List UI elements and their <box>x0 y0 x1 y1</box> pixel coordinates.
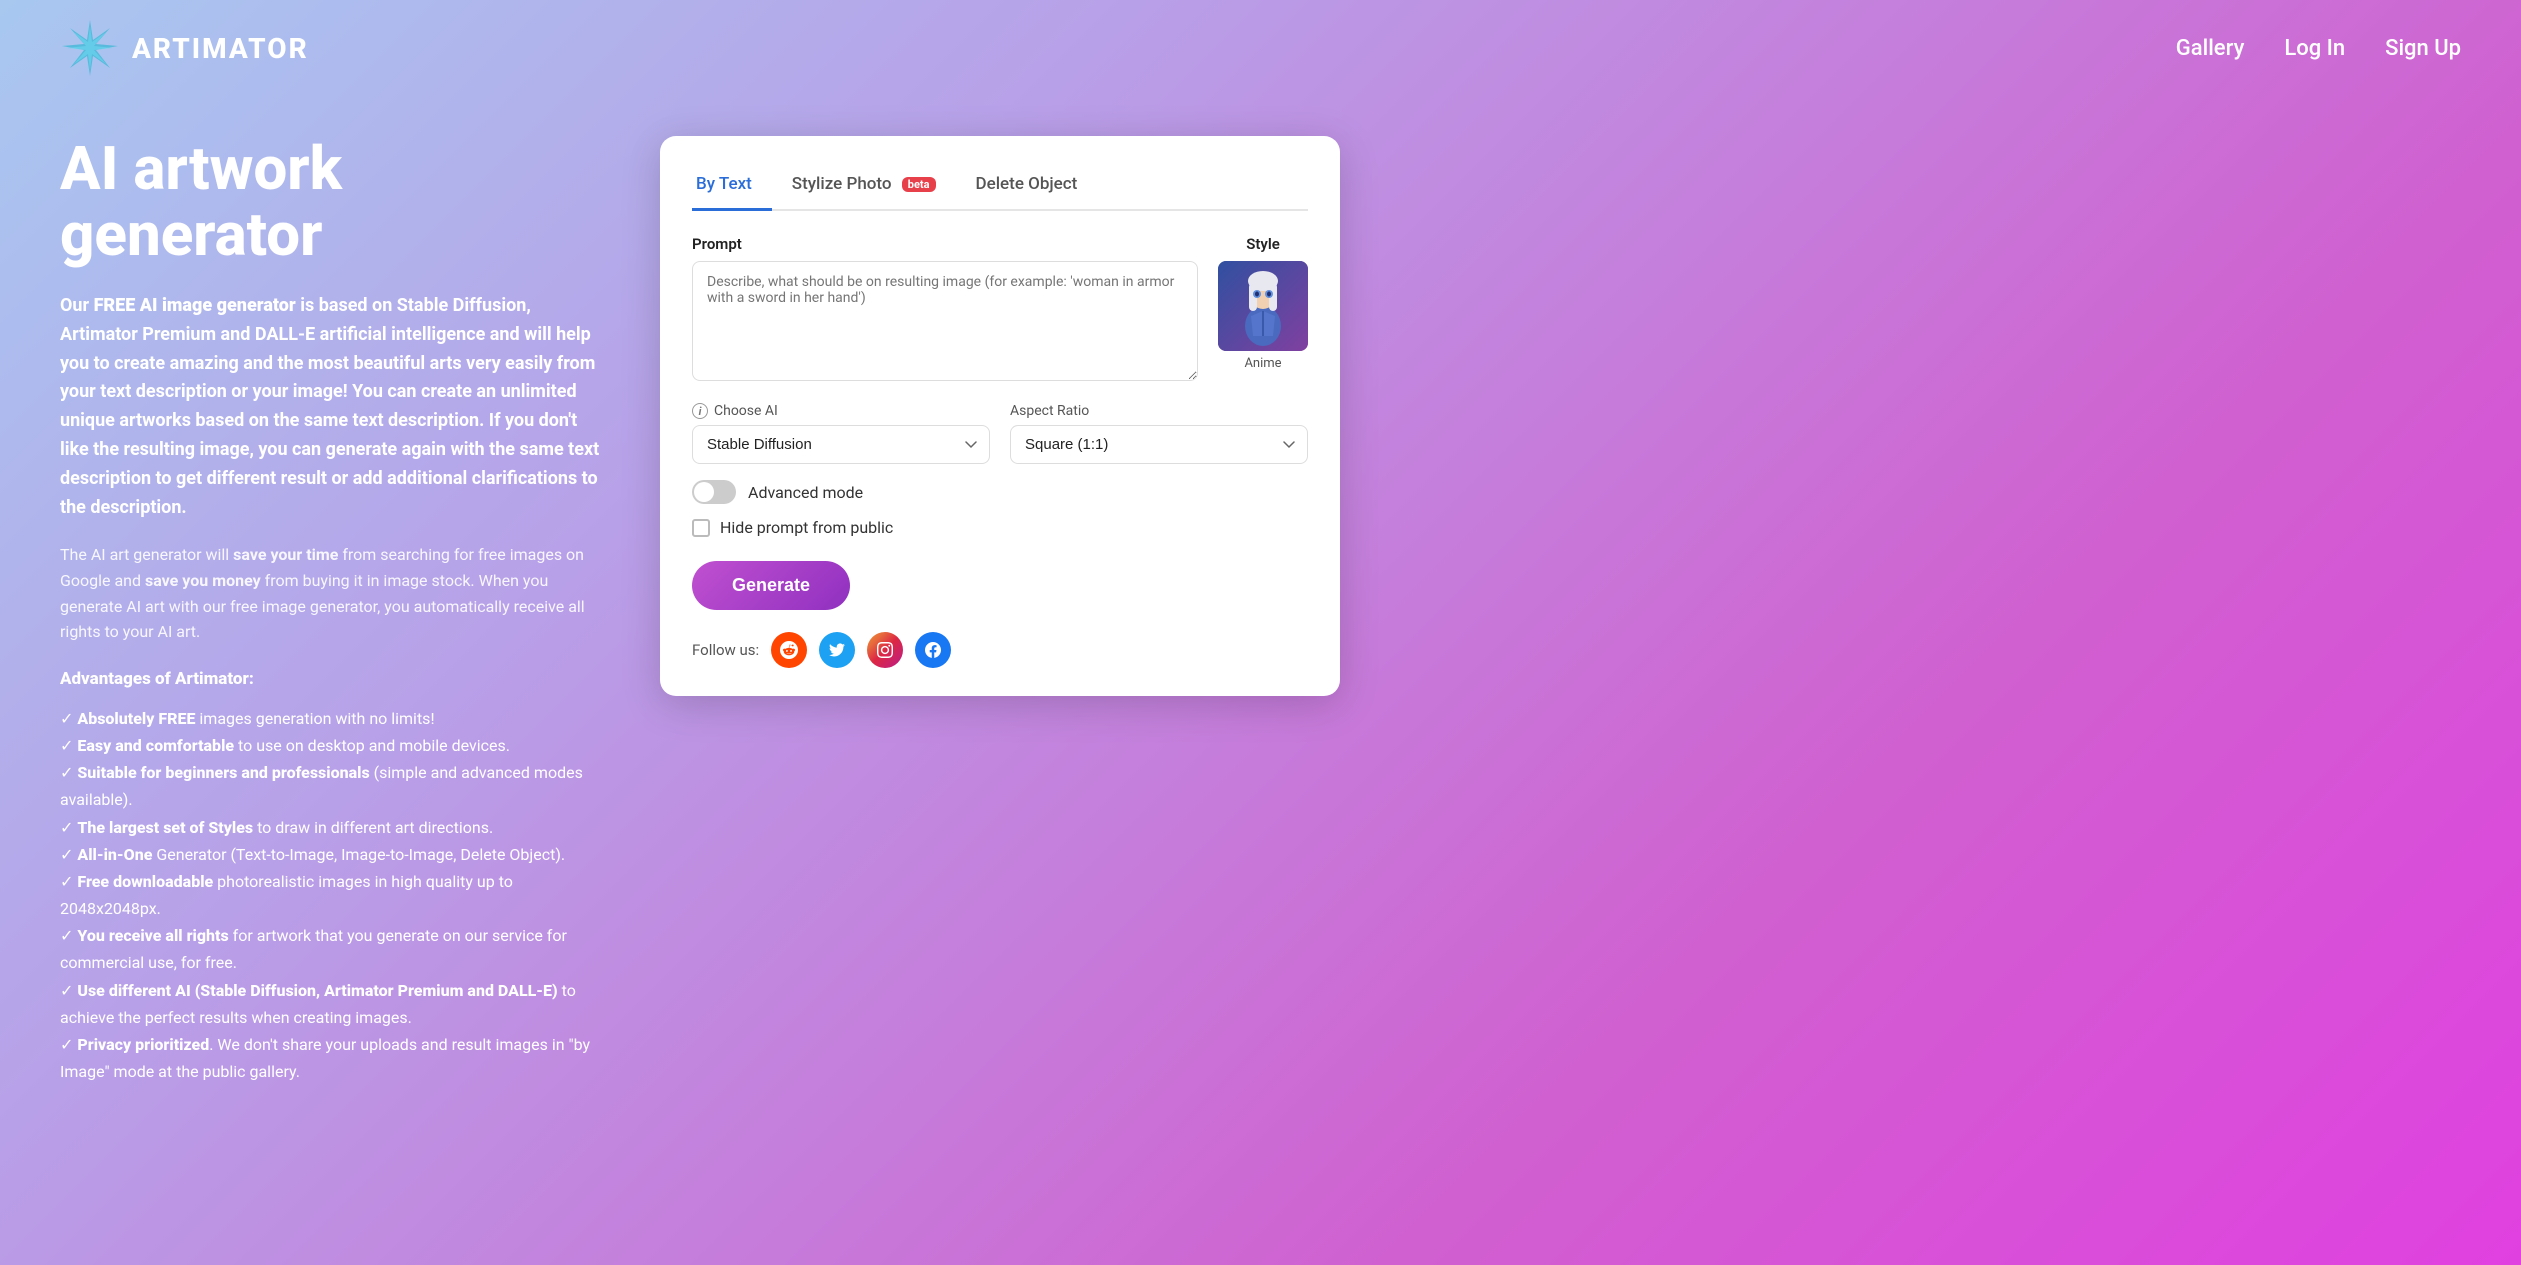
main-content: AI artwork generator Our FREE AI image g… <box>0 96 1400 1145</box>
aspect-ratio-select[interactable]: Square (1:1) Portrait (3:4) Landscape (4… <box>1010 425 1308 464</box>
left-panel: AI artwork generator Our FREE AI image g… <box>60 136 600 1085</box>
advantage-7: ✓ You receive all rights for artwork tha… <box>60 922 600 976</box>
info-icon: i <box>692 403 708 419</box>
style-section: Style <box>1218 235 1308 371</box>
prompt-style-row: Prompt Style <box>692 235 1308 385</box>
advantage-2: ✓ Easy and comfortable to use on desktop… <box>60 732 600 759</box>
instagram-icon[interactable] <box>867 632 903 668</box>
advantage-6: ✓ Free downloadable photorealistic image… <box>60 868 600 922</box>
tab-stylize-photo[interactable]: Stylize Photo beta <box>788 164 956 211</box>
advantages-list: ✓ Absolutely FREE images generation with… <box>60 705 600 1086</box>
style-thumbnail[interactable] <box>1218 261 1308 351</box>
advanced-mode-row: Advanced mode <box>692 480 1308 504</box>
prompt-section: Prompt <box>692 235 1198 385</box>
choose-ai-select[interactable]: Stable Diffusion Artimator Premium DALL-… <box>692 425 990 464</box>
twitter-icon[interactable] <box>819 632 855 668</box>
reddit-icon[interactable] <box>771 632 807 668</box>
prompt-input[interactable] <box>692 261 1198 381</box>
hero-title: AI artwork generator <box>60 136 600 268</box>
advanced-mode-toggle[interactable] <box>692 480 736 504</box>
tabs: By Text Stylize Photo beta Delete Object <box>692 164 1308 211</box>
header: ARTIMATOR Gallery Log In Sign Up <box>0 0 2521 96</box>
follow-us-label: Follow us: <box>692 641 759 659</box>
advantage-1: ✓ Absolutely FREE images generation with… <box>60 705 600 732</box>
aspect-ratio-label: Aspect Ratio <box>1010 403 1308 419</box>
hero-description: Our FREE AI image generator is based on … <box>60 292 600 522</box>
prompt-label: Prompt <box>692 235 1198 253</box>
select-row: i Choose AI Stable Diffusion Artimator P… <box>692 403 1308 464</box>
social-row: Follow us: <box>692 632 1308 668</box>
hide-prompt-label: Hide prompt from public <box>720 518 893 537</box>
nav: Gallery Log In Sign Up <box>2176 36 2461 61</box>
toggle-knob <box>694 482 714 502</box>
choose-ai-group: i Choose AI Stable Diffusion Artimator P… <box>692 403 990 464</box>
tab-delete-object[interactable]: Delete Object <box>972 164 1098 211</box>
style-label: Style <box>1218 235 1308 253</box>
advantage-9: ✓ Privacy prioritized. We don't share yo… <box>60 1031 600 1085</box>
advantage-5: ✓ All-in-One Generator (Text-to-Image, I… <box>60 841 600 868</box>
gallery-link[interactable]: Gallery <box>2176 36 2245 61</box>
generator-card: By Text Stylize Photo beta Delete Object… <box>660 136 1340 696</box>
hide-prompt-row: Hide prompt from public <box>692 518 1308 537</box>
advantage-3: ✓ Suitable for beginners and professiona… <box>60 759 600 813</box>
style-name: Anime <box>1218 356 1308 371</box>
logo-text: ARTIMATOR <box>132 32 309 65</box>
advantage-8: ✓ Use different AI (Stable Diffusion, Ar… <box>60 977 600 1031</box>
beta-badge: beta <box>902 177 936 192</box>
generate-button[interactable]: Generate <box>692 561 850 610</box>
signup-link[interactable]: Sign Up <box>2385 36 2461 61</box>
logo-icon <box>60 18 120 78</box>
facebook-icon[interactable] <box>915 632 951 668</box>
right-panel: By Text Stylize Photo beta Delete Object… <box>660 136 1340 696</box>
advantages-title: Advantages of Artimator: <box>60 669 600 689</box>
tab-by-text[interactable]: By Text <box>692 164 772 211</box>
advanced-mode-label: Advanced mode <box>748 483 863 502</box>
choose-ai-label: i Choose AI <box>692 403 990 419</box>
hero-subtext: The AI art generator will save your time… <box>60 542 600 644</box>
logo-area: ARTIMATOR <box>60 18 309 78</box>
advantage-4: ✓ The largest set of Styles to draw in d… <box>60 814 600 841</box>
aspect-ratio-group: Aspect Ratio Square (1:1) Portrait (3:4)… <box>1010 403 1308 464</box>
hide-prompt-checkbox[interactable] <box>692 519 710 537</box>
login-link[interactable]: Log In <box>2284 36 2345 61</box>
